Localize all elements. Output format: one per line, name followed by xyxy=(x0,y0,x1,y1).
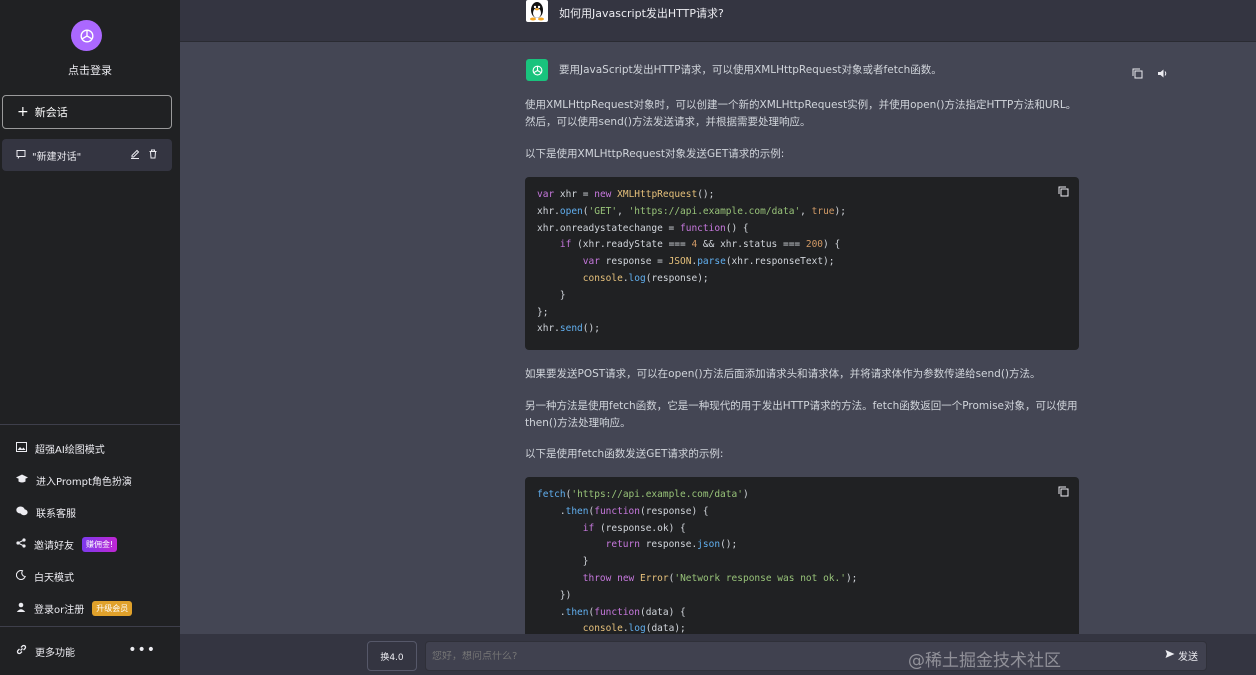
menu-item-day-mode[interactable]: 白天模式 xyxy=(0,560,180,592)
plus-icon: + xyxy=(17,104,29,120)
paragraph-fetch: 另一种方法是使用fetch函数，它是一种现代的用于发出HTTP请求的方法。fet… xyxy=(525,400,1078,429)
new-chat-label: 新会话 xyxy=(34,106,68,119)
menu-item-invite-friends[interactable]: 邀请好友 赚佣金! xyxy=(0,528,180,560)
openai-logo-icon[interactable] xyxy=(71,20,102,51)
speaker-icon[interactable] xyxy=(1157,64,1169,83)
send-button[interactable]: 发送 xyxy=(1165,648,1198,663)
user-message-text: 如何用Javascript发出HTTP请求? xyxy=(559,7,724,20)
commission-badge: 赚佣金! xyxy=(82,536,118,552)
menu-label: 联系客服 xyxy=(36,508,76,520)
send-label: 发送 xyxy=(1178,652,1198,663)
app-window: 点击登录 + 新会话 "新建对话" 超强AI绘图模式 进入Prompt角色扮演 … xyxy=(0,0,1256,675)
menu-item-ai-drawing[interactable]: 超强AI绘图模式 xyxy=(0,432,180,464)
conversation-item[interactable]: "新建对话" xyxy=(2,139,172,171)
user-icon xyxy=(16,602,26,615)
message-input-wrapper[interactable] xyxy=(425,641,1207,671)
user-avatar xyxy=(526,0,548,22)
input-bar: 换4.0 发送 xyxy=(180,634,1256,675)
code-block-xhr: var xhr = new XMLHttpRequest(); xhr.open… xyxy=(525,177,1079,350)
ellipsis-icon[interactable]: ••• xyxy=(128,642,156,658)
menu-label: 登录or注册 xyxy=(34,604,85,616)
login-link[interactable]: 点击登录 xyxy=(0,62,180,78)
sidebar-divider xyxy=(0,626,180,627)
paragraph-xhr-example-intro: 以下是使用XMLHttpRequest对象发送GET请求的示例: xyxy=(525,148,785,160)
code-block-fetch: fetch('https://api.example.com/data') .t… xyxy=(525,477,1079,647)
more-features-label: 更多功能 xyxy=(35,647,75,659)
copy-icon[interactable] xyxy=(1132,64,1143,83)
chat-bubble-icon xyxy=(16,149,26,162)
menu-label: 邀请好友 xyxy=(34,540,74,552)
link-icon xyxy=(16,644,27,658)
paragraph-xhr: 使用XMLHttpRequest对象时，可以创建一个新的XMLHttpReque… xyxy=(525,99,1077,128)
watermark: @稀土掘金技术社区 xyxy=(908,651,1061,671)
wechat-icon xyxy=(16,506,28,519)
menu-item-contact-support[interactable]: 联系客服 xyxy=(0,496,180,528)
new-chat-button[interactable]: + 新会话 xyxy=(2,95,172,129)
code-copy-icon[interactable] xyxy=(1058,186,1069,204)
assistant-message: 要用JavaScript发出HTTP请求，可以使用XMLHttpRequest对… xyxy=(180,42,1256,647)
send-icon xyxy=(1165,649,1175,662)
answer-intro: 要用JavaScript发出HTTP请求，可以使用XMLHttpRequest对… xyxy=(559,64,942,76)
moon-icon xyxy=(15,569,26,583)
menu-label: 进入Prompt角色扮演 xyxy=(36,476,132,488)
bot-avatar xyxy=(526,59,548,81)
code-copy-icon[interactable] xyxy=(1058,486,1069,504)
conversation-title: "新建对话" xyxy=(32,151,82,163)
menu-item-login-register[interactable]: 登录or注册 升级会员 xyxy=(0,592,180,624)
menu-label: 白天模式 xyxy=(34,572,74,584)
graduation-cap-icon xyxy=(16,474,28,487)
share-icon xyxy=(16,537,26,551)
image-icon xyxy=(16,441,27,455)
message-actions xyxy=(1132,64,1169,83)
edit-icon[interactable] xyxy=(130,149,140,162)
user-message-row: 如何用Javascript发出HTTP请求? xyxy=(180,0,1256,42)
trash-icon[interactable] xyxy=(148,149,158,162)
chat-main: 如何用Javascript发出HTTP请求? 要用JavaScript发出HTT… xyxy=(180,0,1256,675)
sidebar-divider xyxy=(0,424,180,425)
more-features-button[interactable]: 更多功能 ••• xyxy=(0,636,180,666)
paragraph-post: 如果要发送POST请求，可以在open()方法后面添加请求头和请求体，并将请求体… xyxy=(525,368,1041,380)
sidebar-menu: 超强AI绘图模式 进入Prompt角色扮演 联系客服 邀请好友 赚佣金! 白天模… xyxy=(0,432,180,624)
menu-label: 超强AI绘图模式 xyxy=(35,444,105,456)
sidebar: 点击登录 + 新会话 "新建对话" 超强AI绘图模式 进入Prompt角色扮演 … xyxy=(0,0,180,675)
menu-item-prompt-roleplay[interactable]: 进入Prompt角色扮演 xyxy=(0,464,180,496)
switch-model-button[interactable]: 换4.0 xyxy=(367,641,417,671)
upgrade-member-badge: 升级会员 xyxy=(92,600,133,616)
paragraph-fetch-example-intro: 以下是使用fetch函数发送GET请求的示例: xyxy=(525,448,724,460)
